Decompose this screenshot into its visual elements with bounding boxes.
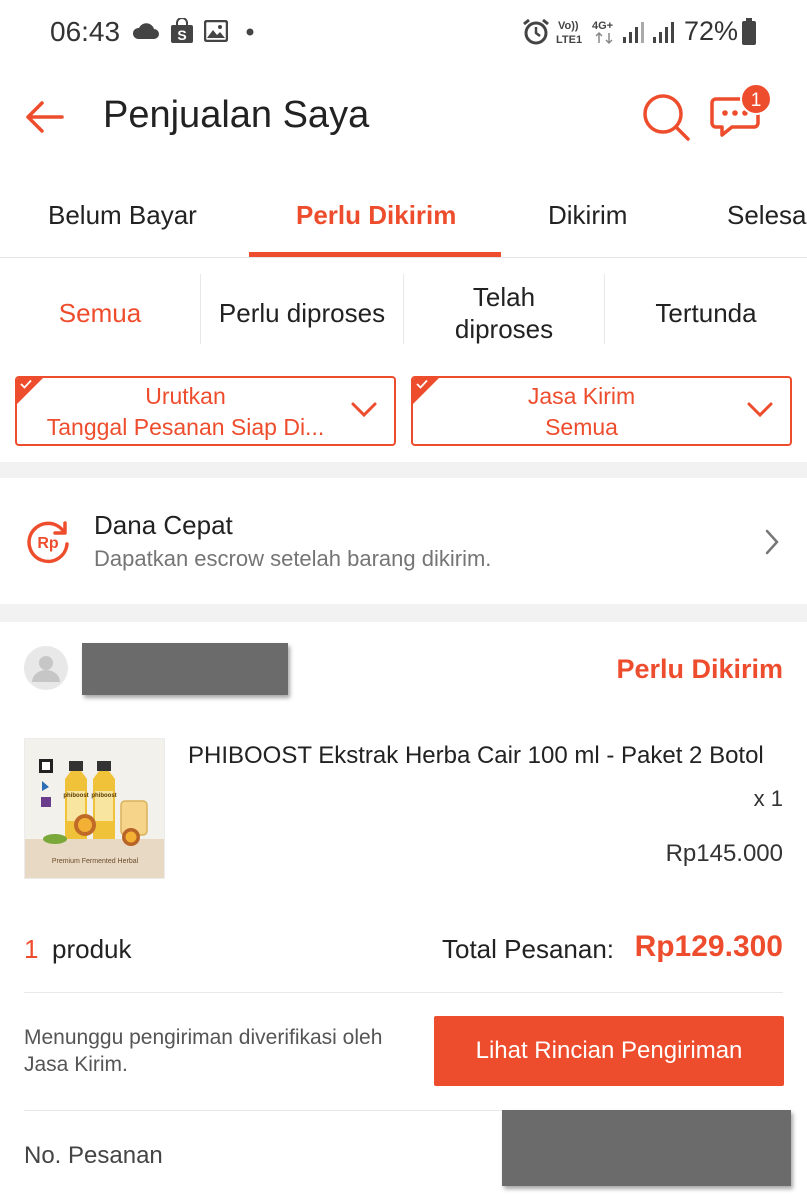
product-image[interactable]: phiboost phiboost Premium Fermented Herb…	[24, 738, 165, 879]
alarm-icon	[523, 18, 549, 45]
bottle-label-2: phiboost	[91, 793, 116, 799]
section-divider	[0, 604, 807, 622]
app-bar: Penjualan Saya 1	[0, 66, 807, 176]
chat-badge: 1	[740, 83, 772, 115]
page-title: Penjualan Saya	[103, 94, 370, 136]
subtab-tertunda[interactable]: Tertunda	[605, 258, 807, 368]
courier-filter[interactable]: Jasa Kirim Semua	[411, 376, 792, 446]
product-count: 1	[24, 934, 39, 964]
product-photo: phiboost phiboost Premium Fermented Herb…	[25, 739, 164, 878]
order-card: Perlu Dikirim phiboost phiboost Premium …	[0, 622, 807, 1199]
subtab-perlu-diproses[interactable]: Perlu diproses	[201, 258, 403, 368]
volte-icon: Vo)) LTE1	[556, 20, 582, 46]
chevron-down-icon	[747, 402, 773, 418]
main-tabs: Belum Bayar Perlu Dikirim Dikirim Selesa…	[0, 176, 807, 258]
subtab-telah-diproses[interactable]: Telah diproses	[404, 258, 604, 368]
product-quantity: x 1	[753, 786, 783, 811]
search-icon[interactable]	[640, 91, 692, 143]
notification-dot-icon	[246, 28, 254, 36]
user-avatar-icon	[32, 656, 60, 682]
check-icon	[20, 379, 32, 389]
sort-filter[interactable]: Urutkan Tanggal Pesanan Siap Di...	[15, 376, 396, 446]
redacted-order-number	[502, 1110, 791, 1186]
svg-text:Rp: Rp	[37, 535, 59, 552]
back-arrow-icon[interactable]	[22, 94, 68, 140]
subtab-semua[interactable]: Semua	[0, 258, 200, 368]
svg-text:Vo)): Vo))	[558, 20, 579, 32]
rupiah-refresh-icon: Rp	[27, 521, 69, 564]
shipping-status-note: Menunggu pengiriman diverifikasi oleh Ja…	[24, 1026, 383, 1076]
svg-text:LTE1: LTE1	[556, 34, 582, 46]
signal-icon	[623, 22, 644, 43]
order-total-value: Rp129.300	[634, 930, 783, 963]
order-status: Perlu Dikirim	[616, 654, 783, 684]
svg-text:4G+: 4G+	[592, 20, 613, 32]
tab-belum-bayar[interactable]: Belum Bayar	[48, 200, 197, 231]
view-shipping-details-button[interactable]: Lihat Rincian Pengiriman	[434, 1016, 784, 1086]
shopee-bag-icon: S	[171, 18, 193, 43]
product-price: Rp145.000	[665, 840, 783, 867]
cloud-icon	[132, 23, 159, 39]
section-divider	[0, 462, 807, 478]
dana-cepat-subtitle: Dapatkan escrow setelah barang dikirim.	[94, 546, 492, 571]
chevron-right-icon	[765, 529, 779, 555]
active-tab-indicator	[249, 252, 501, 257]
status-time: 06:43	[50, 16, 121, 47]
chevron-down-icon	[351, 402, 377, 418]
product-image-caption: Premium Fermented Herbal	[52, 858, 139, 865]
order-total-label: Total Pesanan:	[442, 934, 615, 964]
order-number-label: No. Pesanan	[24, 1142, 163, 1169]
battery-icon	[742, 18, 756, 45]
battery-percent: 72%	[684, 16, 739, 46]
signal-icon-2	[653, 22, 674, 43]
svg-text:S: S	[177, 27, 186, 43]
tab-perlu-dikirim[interactable]: Perlu Dikirim	[296, 200, 456, 231]
divider	[24, 992, 783, 993]
sort-filter-value: Tanggal Pesanan Siap Di...	[46, 414, 325, 440]
tab-dikirim[interactable]: Dikirim	[548, 200, 627, 231]
dana-cepat-banner[interactable]: Rp Dana Cepat Dapatkan escrow setelah ba…	[0, 478, 807, 604]
image-icon	[204, 20, 228, 42]
tab-selesai[interactable]: Selesai	[727, 200, 807, 231]
redacted-buyer-name	[82, 643, 288, 695]
courier-filter-value: Semua	[545, 414, 618, 440]
4g-icon: 4G+	[592, 20, 613, 45]
product-name[interactable]: PHIBOOST Ekstrak Herba Cair 100 ml - Pak…	[188, 742, 783, 770]
avatar	[24, 646, 68, 690]
sub-tabs: Semua Perlu diproses Telah diproses Tert…	[0, 258, 807, 368]
check-icon	[416, 379, 428, 389]
courier-filter-label: Jasa Kirim	[527, 383, 636, 409]
bottle-label-1: phiboost	[63, 793, 88, 799]
dana-cepat-title: Dana Cepat	[94, 510, 233, 540]
sort-filter-label: Urutkan	[145, 383, 226, 409]
status-bar: 06:43 S Vo)) LTE1 4G+ 72%	[0, 0, 807, 66]
product-count-label: produk	[52, 934, 132, 964]
